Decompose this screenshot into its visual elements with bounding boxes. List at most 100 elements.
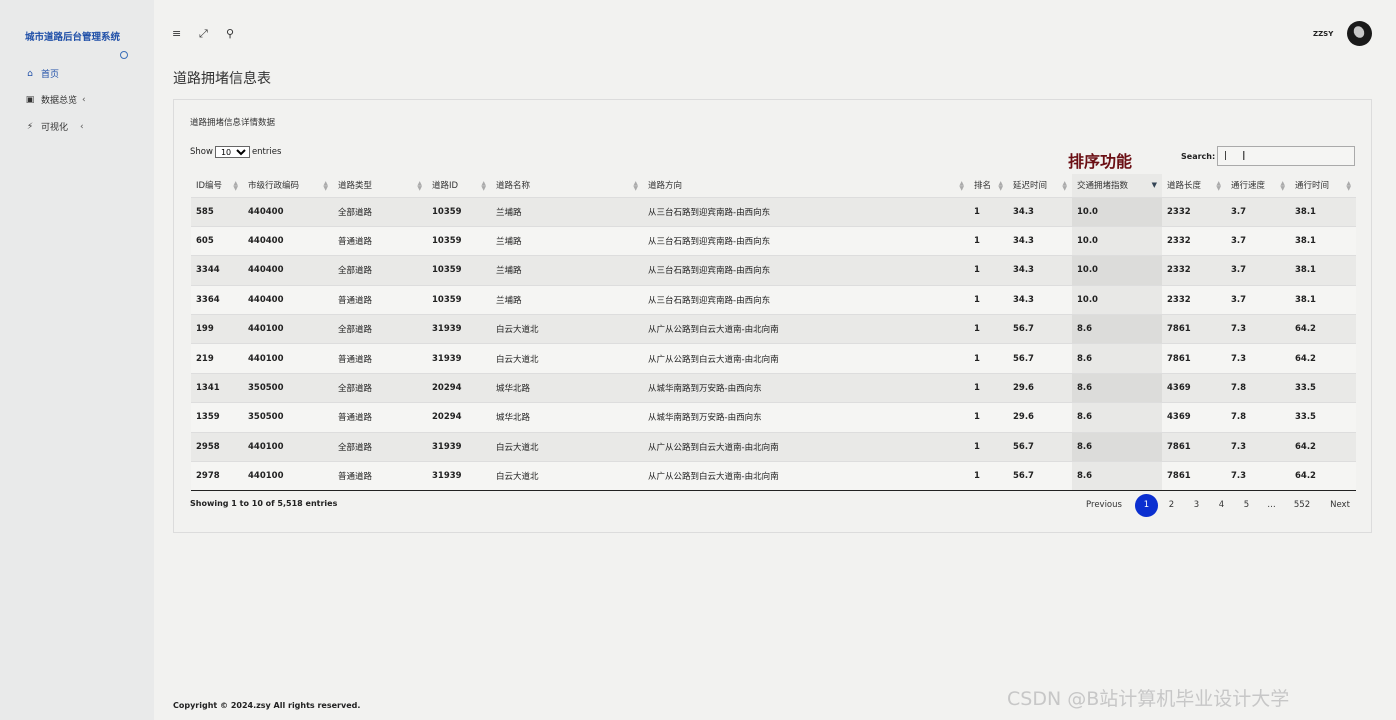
- table-cell: 350500: [243, 402, 333, 433]
- table-cell: 兰埔路: [491, 225, 643, 256]
- sidebar-item-data-overview[interactable]: ▣ 数据总览 ‹: [25, 93, 86, 107]
- sidebar-item-home[interactable]: ⌂ 首页: [25, 67, 59, 81]
- table-cell: 全部道路: [333, 372, 427, 403]
- fullscreen-icon[interactable]: ⤢: [199, 27, 208, 41]
- table-cell: 普通道路: [333, 402, 427, 433]
- page-button[interactable]: 3: [1184, 500, 1209, 510]
- table-cell: 10359: [427, 255, 491, 286]
- table-cell: 440400: [243, 196, 333, 227]
- table-cell: 全部道路: [333, 431, 427, 462]
- table-cell: 从广从公路到白云大道南-由北向南: [643, 461, 969, 492]
- sidebar-item-label: 数据总览: [41, 96, 78, 106]
- table-cell: 普通道路: [333, 343, 427, 374]
- table-cell: 10359: [427, 284, 491, 315]
- column-header[interactable]: ID编号 ▲ ▼: [191, 174, 243, 197]
- table-cell: 440100: [243, 343, 333, 374]
- table-cell: 城华北路: [491, 372, 643, 403]
- table-cell: 31939: [427, 431, 491, 462]
- table-cell: 3.7: [1226, 225, 1290, 256]
- table-cell: 10359: [427, 196, 491, 227]
- column-header[interactable]: 延迟时间 ▲ ▼: [1008, 174, 1072, 197]
- home-icon: ⌂: [27, 68, 33, 79]
- column-header[interactable]: 道路方向 ▲ ▼: [643, 174, 969, 197]
- table-cell: 白云大道北: [491, 461, 643, 492]
- table-cell: 7861: [1162, 431, 1226, 462]
- table-cell: 34.3: [1008, 284, 1072, 315]
- table-cell: 56.7: [1008, 314, 1072, 344]
- chevron-left-icon: ‹: [82, 94, 86, 105]
- table-cell: 白云大道北: [491, 343, 643, 374]
- previous-button[interactable]: Previous: [1074, 500, 1134, 510]
- table-cell: 440100: [243, 431, 333, 462]
- table-cell: 2958: [191, 431, 243, 462]
- table-cell: 从三台石路到迎宾南路-由西向东: [643, 225, 969, 256]
- congestion-table: ID编号 ▲ ▼ 市级行政编码 ▲ ▼ 道路类型 ▲ ▼ 道路ID ▲ ▼ 道路名称 ▲ ▼ 道路方…: [191, 174, 1356, 492]
- table-cell: 8.6: [1072, 372, 1162, 403]
- table-cell: 29.6: [1008, 372, 1072, 403]
- table-cell: 1: [969, 255, 1008, 286]
- table-row: 2978 440100 普通道路 31939 白云大道北 从广从公路到白云大道南-由北向南…: [191, 461, 1356, 492]
- search-input[interactable]: [1217, 146, 1355, 166]
- column-header[interactable]: 市级行政编码 ▲ ▼: [243, 174, 333, 197]
- table-cell: 1: [969, 225, 1008, 256]
- table-cell: 从三台石路到迎宾南路-由西向东: [643, 255, 969, 286]
- table-cell: 7.3: [1226, 461, 1290, 492]
- table-cell: 8.6: [1072, 461, 1162, 492]
- table-cell: 38.1: [1290, 284, 1356, 315]
- table-header-row: ID编号 ▲ ▼ 市级行政编码 ▲ ▼ 道路类型 ▲ ▼ 道路ID ▲ ▼ 道路名称 ▲ ▼ 道路方…: [191, 174, 1356, 197]
- column-header[interactable]: 道路类型 ▲ ▼: [333, 174, 427, 197]
- brand-title[interactable]: 城市道路后台管理系统: [25, 29, 120, 43]
- table-cell: 全部道路: [333, 314, 427, 344]
- next-button[interactable]: Next: [1320, 500, 1360, 510]
- pagination: Previous 1 2 3 4 5 … 552 Next: [1074, 493, 1360, 517]
- table-info: Showing 1 to 10 of 5,518 entries: [190, 499, 338, 508]
- table-cell: 64.2: [1290, 431, 1356, 462]
- page-button[interactable]: 4: [1209, 500, 1234, 510]
- user-name[interactable]: ZZSY: [1313, 30, 1333, 38]
- page-button-current[interactable]: 1: [1135, 493, 1158, 517]
- table-cell: 8.6: [1072, 343, 1162, 374]
- table-cell: 34.3: [1008, 196, 1072, 227]
- table-row: 3344 440400 全部道路 10359 兰埔路 从三台石路到迎宾南路-由西向东 1 34…: [191, 255, 1356, 286]
- pagination-ellipsis: …: [1267, 500, 1276, 510]
- column-header[interactable]: 排名 ▲ ▼: [969, 174, 1008, 197]
- table-cell: 10.0: [1072, 255, 1162, 286]
- table-cell: 10.0: [1072, 225, 1162, 256]
- table-row: 219 440100 普通道路 31939 白云大道北 从广从公路到白云大道南-由北向南 1…: [191, 343, 1356, 374]
- avatar[interactable]: [1347, 21, 1372, 46]
- table-cell: 350500: [243, 372, 333, 403]
- entries-label: entries: [251, 147, 282, 157]
- table-cell: 64.2: [1290, 314, 1356, 344]
- table-cell: 605: [191, 225, 243, 256]
- column-header[interactable]: 通行速度 ▲ ▼: [1226, 174, 1290, 197]
- table-cell: 1: [969, 431, 1008, 462]
- table-cell: 2978: [191, 461, 243, 492]
- column-header[interactable]: 道路ID ▲ ▼: [427, 174, 491, 197]
- page-button[interactable]: 2: [1159, 500, 1184, 510]
- table-cell: 31939: [427, 343, 491, 374]
- monitor-icon: ▣: [25, 94, 35, 105]
- column-header[interactable]: 道路长度 ▲ ▼: [1162, 174, 1226, 197]
- menu-icon[interactable]: ≡: [172, 27, 181, 40]
- table-cell: 1: [969, 461, 1008, 492]
- chevron-left-icon: ‹: [80, 121, 84, 132]
- column-header[interactable]: 道路名称 ▲ ▼: [491, 174, 643, 197]
- table-cell: 普通道路: [333, 461, 427, 492]
- table-cell: 3.7: [1226, 284, 1290, 315]
- page-button[interactable]: 5: [1234, 500, 1259, 510]
- table-cell: 7861: [1162, 461, 1226, 492]
- table-cell: 从三台石路到迎宾南路-由西向东: [643, 284, 969, 315]
- page-button[interactable]: 552: [1284, 500, 1320, 510]
- table-cell: 56.7: [1008, 431, 1072, 462]
- table-cell: 34.3: [1008, 225, 1072, 256]
- table-cell: 2332: [1162, 225, 1226, 256]
- sidebar-item-visualization[interactable]: ⚡ 可视化 ‹: [25, 120, 84, 134]
- column-header[interactable]: 通行时间 ▲ ▼: [1290, 174, 1356, 197]
- table-cell: 3.7: [1226, 255, 1290, 286]
- column-header-sorted[interactable]: 交通拥堵指数 ▼: [1072, 174, 1162, 197]
- search-icon[interactable]: ⚲: [226, 27, 234, 40]
- table-row: 585 440400 全部道路 10359 兰埔路 从三台石路到迎宾南路-由西向东 1 34.…: [191, 196, 1356, 227]
- table-cell: 全部道路: [333, 255, 427, 286]
- table-cell: 全部道路: [333, 196, 427, 227]
- entries-select[interactable]: 10: [214, 146, 250, 158]
